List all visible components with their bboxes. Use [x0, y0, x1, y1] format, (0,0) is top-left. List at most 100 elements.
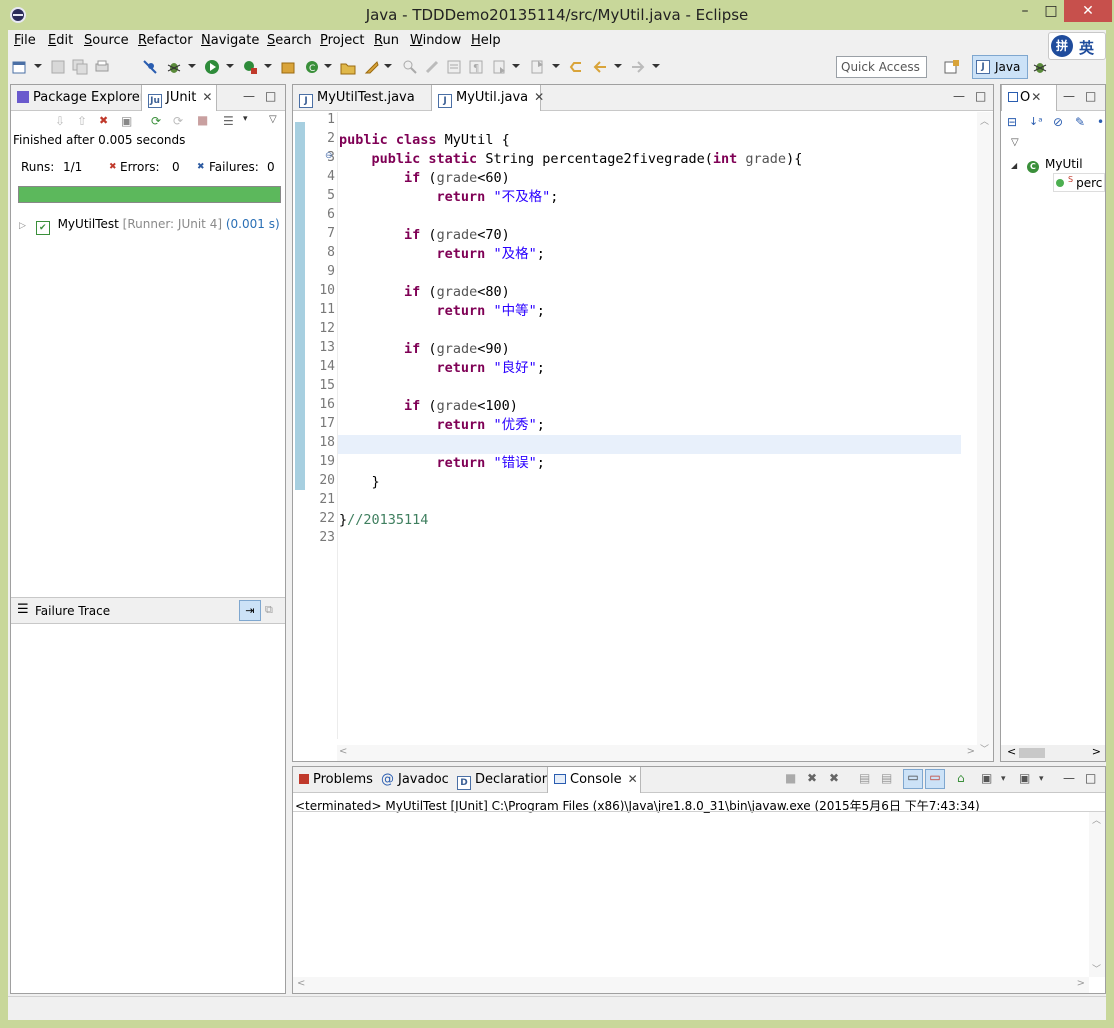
print-icon[interactable]	[94, 59, 110, 75]
scroll-lock-icon[interactable]: ▣	[121, 114, 132, 128]
clear-console-icon[interactable]: ▤	[859, 771, 870, 785]
hide-static-icon[interactable]: ✎	[1075, 115, 1085, 129]
outline-horizontal-scrollbar[interactable]: < >	[1001, 745, 1105, 761]
open-type-icon[interactable]	[340, 59, 356, 75]
editor-vertical-scrollbar[interactable]: ︿ ﹀	[977, 112, 993, 761]
minimize-view-icon[interactable]: —	[1063, 89, 1075, 103]
minimize-view-icon[interactable]: —	[1063, 771, 1075, 785]
search-icon[interactable]	[364, 59, 380, 75]
scroll-right-icon[interactable]: >	[967, 746, 975, 757]
tab-problems[interactable]: Problems	[293, 767, 375, 793]
save-icon[interactable]	[50, 59, 66, 75]
expand-chevron-icon[interactable]: ▷	[19, 221, 26, 231]
display-console-dropdown-icon[interactable]: ▾	[1001, 774, 1006, 784]
toggle-annotation-icon[interactable]	[402, 59, 418, 75]
display-selected-console-icon[interactable]: ▣	[981, 771, 992, 785]
remove-launch-icon[interactable]: ✖	[807, 771, 817, 785]
close-window-button[interactable]: ✕	[1064, 0, 1112, 22]
menu-search[interactable]: Search	[267, 33, 312, 48]
rerun-failed-first-icon[interactable]: ⟳	[173, 114, 183, 128]
menu-run[interactable]: Run	[374, 33, 399, 48]
test-tree-row[interactable]: ▷ ✔ MyUtilTest [Runner: JUnit 4] (0.001 …	[19, 217, 280, 235]
menu-help[interactable]: Help	[471, 33, 501, 48]
forward-icon[interactable]	[630, 59, 646, 75]
close-icon[interactable]: ✕	[1031, 90, 1041, 104]
scroll-down-icon[interactable]: ﹀	[980, 742, 989, 755]
menu-source[interactable]: Source	[84, 33, 129, 48]
close-icon[interactable]: ✕	[534, 90, 544, 104]
view-menu-icon[interactable]: ▽	[269, 114, 277, 125]
java-perspective-button[interactable]: J Java	[972, 55, 1028, 79]
menu-file[interactable]: File	[14, 33, 36, 48]
back-icon[interactable]	[592, 59, 608, 75]
maximize-view-icon[interactable]: □	[1085, 89, 1096, 103]
pin-console-icon[interactable]: ⌂	[957, 771, 965, 785]
filter-stack-trace-button[interactable]: ⇥	[239, 600, 261, 621]
minimize-editor-icon[interactable]: —	[953, 89, 965, 103]
quick-access-field[interactable]: Quick Access	[836, 56, 927, 78]
history-dropdown-icon[interactable]: ▾	[243, 114, 248, 124]
menu-project[interactable]: Project	[320, 33, 365, 48]
close-icon[interactable]: ✕	[628, 772, 638, 786]
show-on-output-icon[interactable]: ▭	[903, 769, 923, 789]
tab-outline[interactable]: O✕	[1001, 85, 1057, 111]
tab-declaration[interactable]: D Declaration	[451, 767, 550, 793]
last-edit-location-icon[interactable]	[568, 59, 584, 75]
tab-myutil-java[interactable]: J MyUtil.java ✕	[431, 85, 544, 111]
test-run-history-icon[interactable]: ☰	[223, 114, 234, 128]
view-menu-icon[interactable]: ▽	[1011, 137, 1019, 148]
new-file-icon[interactable]	[12, 59, 28, 75]
new-dropdown-icon[interactable]	[34, 64, 42, 68]
menu-refactor[interactable]: Refactor	[138, 33, 193, 48]
minimize-button[interactable]: –	[1012, 0, 1038, 22]
scroll-thumb[interactable]	[1019, 748, 1045, 758]
previous-failure-icon[interactable]: ⇧	[77, 114, 87, 128]
back-dropdown-icon[interactable]	[614, 64, 622, 68]
run-icon[interactable]	[204, 59, 220, 75]
new-java-class-icon[interactable]: C	[304, 59, 320, 75]
scroll-down-icon[interactable]: ﹀	[1092, 962, 1101, 975]
menu-navigate[interactable]: Navigate	[201, 33, 259, 48]
menu-edit[interactable]: Edit	[48, 33, 73, 48]
debug-icon[interactable]	[166, 59, 182, 75]
next-annotation-icon[interactable]	[492, 59, 508, 75]
save-all-icon[interactable]	[72, 59, 88, 75]
hide-non-public-icon[interactable]: •	[1097, 115, 1104, 129]
maximize-editor-icon[interactable]: □	[975, 89, 986, 103]
remove-all-launches-icon[interactable]: ✖	[829, 771, 839, 785]
debug-dropdown-icon[interactable]	[188, 64, 196, 68]
next-failure-icon[interactable]: ⇩	[55, 114, 65, 128]
external-tools-dropdown-icon[interactable]	[264, 64, 272, 68]
search-dropdown-icon[interactable]	[384, 64, 392, 68]
previous-annotation-icon[interactable]	[530, 59, 546, 75]
block-selection-icon[interactable]	[446, 59, 462, 75]
tab-package-explorer[interactable]: Package Explorer	[11, 85, 145, 111]
code-editor[interactable]: public class MyUtil { public static Stri…	[337, 112, 961, 739]
maximize-button[interactable]: □	[1038, 0, 1064, 22]
open-console-dropdown-icon[interactable]: ▾	[1039, 774, 1044, 784]
sort-icon[interactable]: ↓ᵃ	[1029, 115, 1043, 128]
outline-class-row[interactable]: ◢ C MyUtil	[1011, 157, 1083, 173]
editor-horizontal-scrollbar[interactable]: < >	[337, 745, 977, 761]
tab-myutiltest-java[interactable]: J MyUtilTest.java	[293, 85, 431, 111]
scroll-right-icon[interactable]: >	[1092, 745, 1101, 758]
maximize-view-icon[interactable]: □	[1085, 771, 1096, 785]
scroll-left-icon[interactable]: <	[339, 746, 347, 757]
collapse-all-icon[interactable]: ⊟	[1007, 115, 1017, 129]
next-annotation-dropdown-icon[interactable]	[512, 64, 520, 68]
open-console-icon[interactable]: ▣	[1019, 771, 1030, 785]
maximize-view-icon[interactable]: □	[265, 89, 276, 103]
new-class-dropdown-icon[interactable]	[324, 64, 332, 68]
console-horizontal-scrollbar[interactable]: < >	[293, 977, 1089, 993]
menu-window[interactable]: Window	[410, 33, 461, 48]
terminate-icon[interactable]: ■	[785, 771, 796, 785]
scroll-lock-icon[interactable]: ▤	[881, 771, 892, 785]
scroll-right-icon[interactable]: >	[1077, 978, 1085, 989]
console-vertical-scrollbar[interactable]: ︿ ﹀	[1089, 812, 1105, 977]
console-output[interactable]: ︿ ﹀ < >	[293, 811, 1105, 993]
compare-result-icon[interactable]: ⧉	[265, 603, 273, 617]
run-dropdown-icon[interactable]	[226, 64, 234, 68]
fold-collapse-icon[interactable]: ⊖	[325, 151, 333, 161]
tab-console[interactable]: Console ✕	[547, 767, 641, 793]
previous-annotation-dropdown-icon[interactable]	[552, 64, 560, 68]
